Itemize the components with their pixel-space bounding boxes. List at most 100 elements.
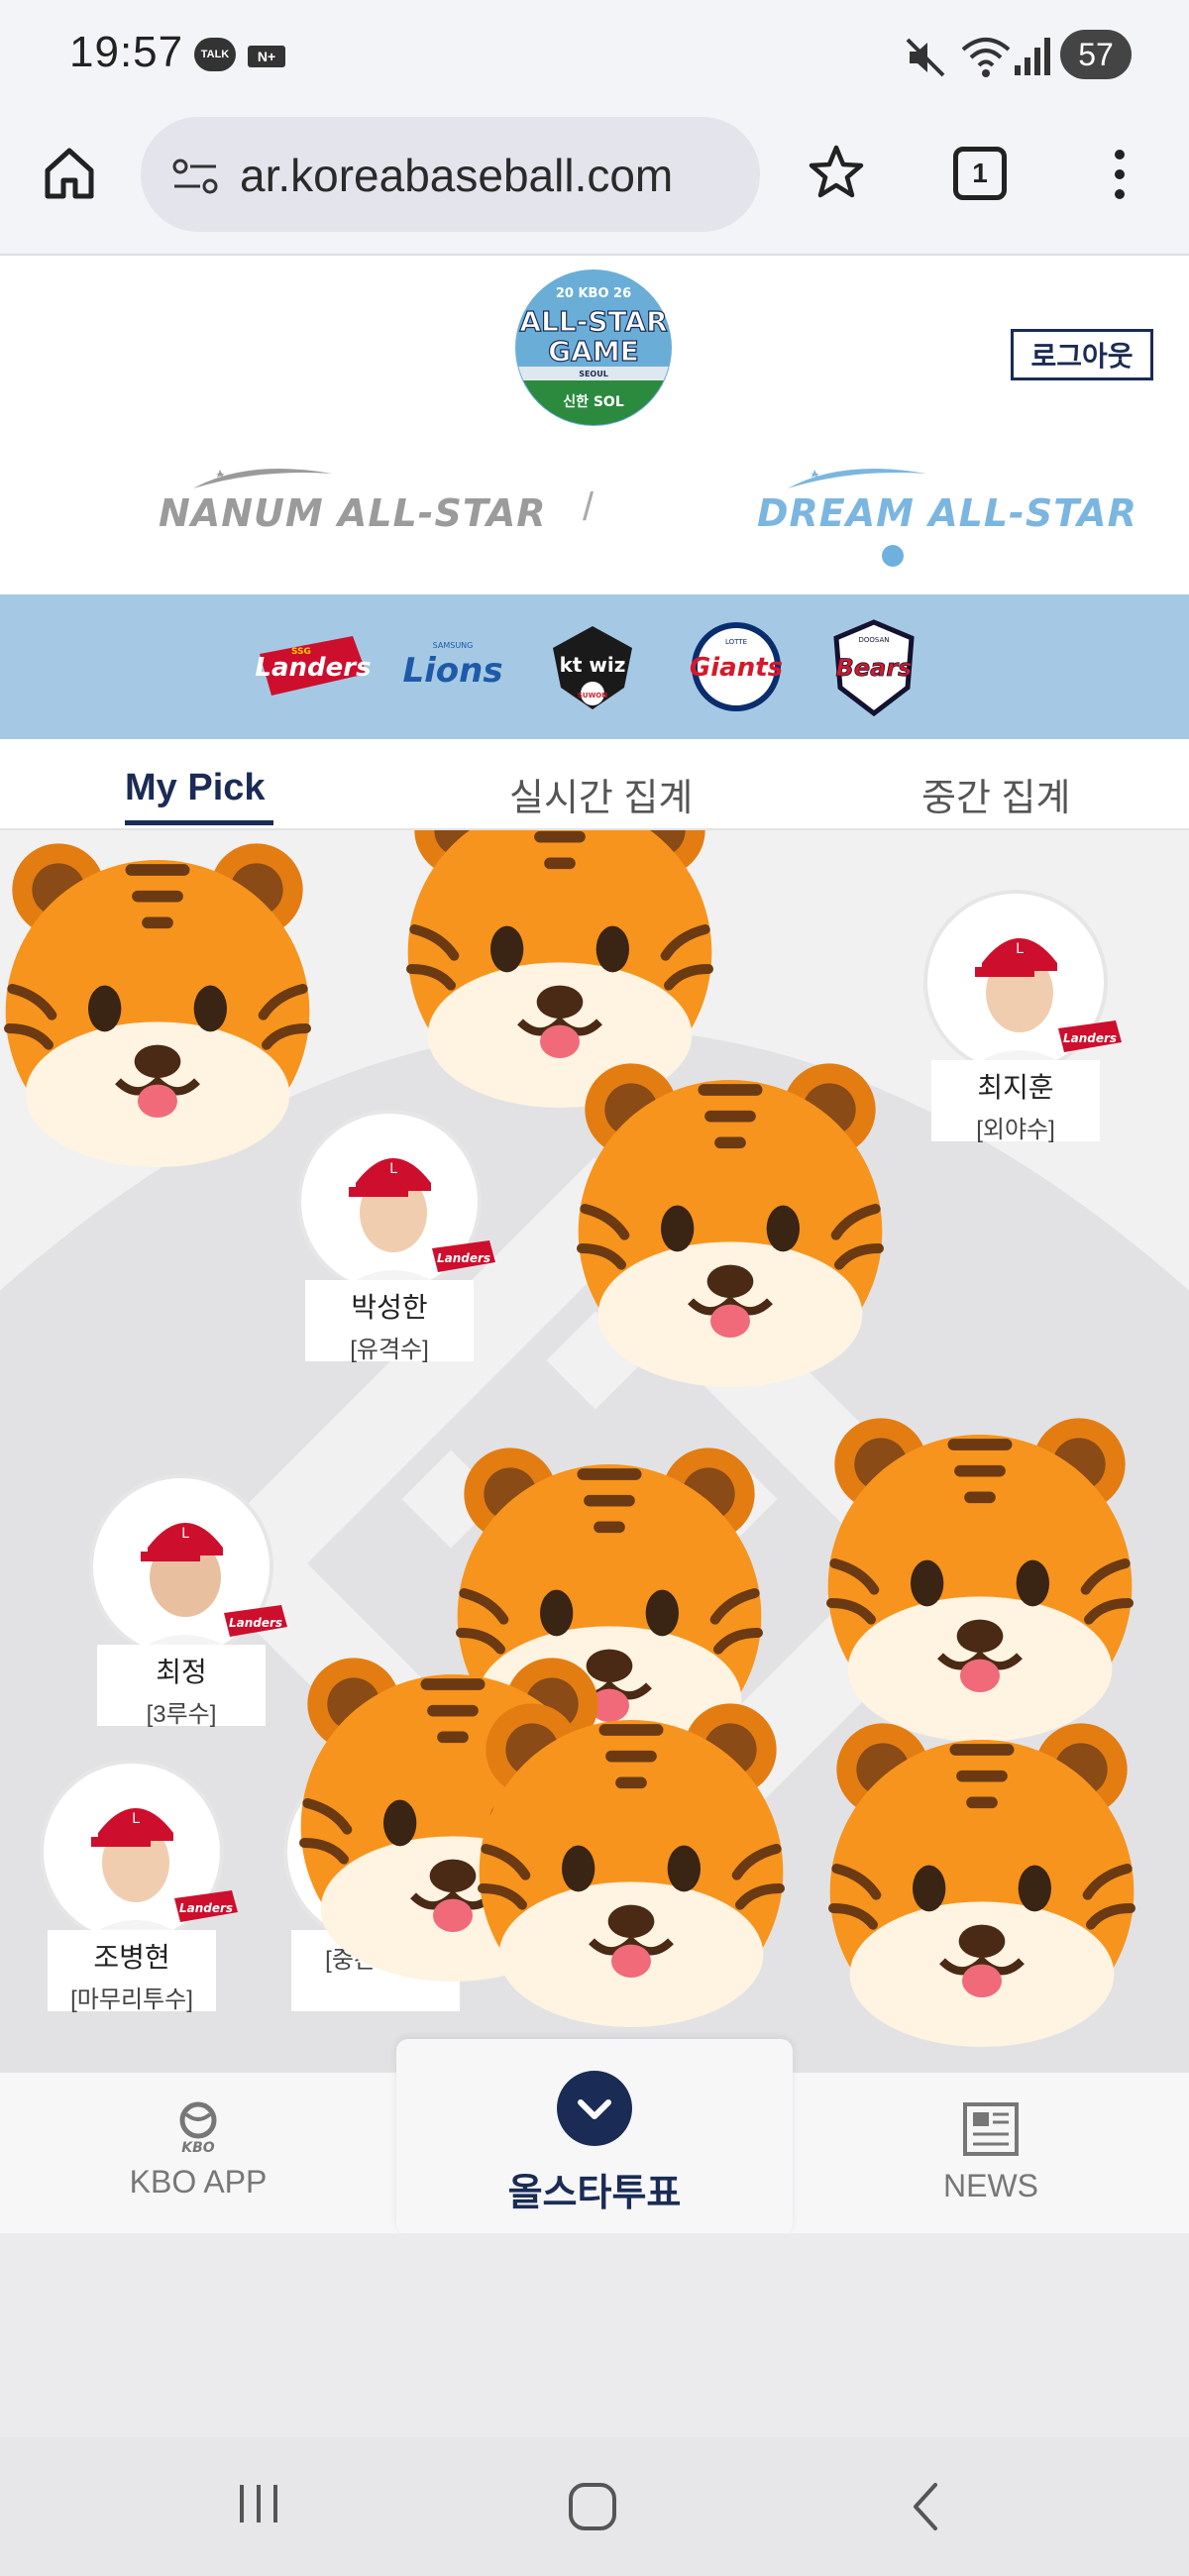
tab-realtime[interactable]: 실시간 집계 (509, 767, 693, 821)
vote-toggle-button[interactable] (557, 2071, 632, 2146)
team-logo-ktwiz[interactable]: kt wiz SUWON (543, 618, 642, 717)
tab-my-pick[interactable]: My Pick (125, 767, 266, 809)
player-label: 최정 [3루수] (97, 1645, 266, 1728)
nav-allstar-vote-label: 올스타투표 (507, 2173, 682, 2214)
player-label: 박성한 [유격수] (305, 1280, 474, 1363)
address-bar[interactable]: ar.koreabaseball.com (141, 117, 760, 232)
swoosh-icon (788, 469, 926, 488)
player-card-choi-jeong[interactable]: L Landers 최정 [3루수] (83, 1474, 287, 1732)
browser-toolbar: ar.koreabaseball.com 1 (0, 109, 1189, 256)
empty-page-area (0, 2233, 1189, 2437)
status-time: 19:57 (69, 28, 184, 76)
naver-notification-icon: N+ (248, 46, 285, 67)
status-bar: 19:57 TALK N+ 57 (0, 0, 1189, 109)
league-separator: / (583, 485, 594, 529)
landers-logo-text: Landers (255, 653, 371, 683)
team-logo-giants[interactable]: LOTTE Giants (684, 622, 789, 711)
tab-interim[interactable]: 중간 집계 (921, 767, 1070, 821)
news-icon (963, 2102, 1019, 2156)
giants-logo-icon: LOTTE Giants (690, 622, 783, 711)
bottom-navigation: KBO KBO APP 올스타투표 NEWS (0, 2039, 1189, 2235)
tiger-emoji-icon (466, 1690, 797, 2037)
landers-logo-icon: Landers SSG (255, 636, 372, 696)
lions-logo-icon: SAMSUNG Lions (402, 641, 502, 691)
result-tabs: My Pick 실시간 집계 중간 집계 (0, 739, 1189, 830)
dream-allstar-label: DREAM ALL-STAR (757, 491, 1137, 535)
chevron-down-icon (578, 2099, 611, 2119)
team-filter-bar: Landers SSG SAMSUNG Lions kt wiz SUWON L… (0, 594, 1189, 739)
player-position: [마무리투수] (70, 1986, 193, 2013)
ktwiz-logo-text: kt wiz (560, 653, 626, 677)
svg-text:Landers: Landers (229, 1616, 282, 1630)
kakaotalk-notification-icon: TALK (194, 38, 236, 71)
team-badge-icon: Landers (222, 1603, 289, 1639)
logo-seoul: SEOUL (579, 370, 608, 378)
giants-logo-sub: LOTTE (725, 638, 747, 646)
player-label: 최지훈 [외야수] (931, 1060, 1100, 1143)
ktwiz-logo-icon: kt wiz SUWON (553, 626, 632, 709)
logout-button[interactable]: 로그아웃 (1011, 329, 1153, 380)
svg-text:Landers: Landers (437, 1251, 490, 1265)
kbo-icon-text: KBO (181, 2140, 215, 2156)
lions-logo-sub: SAMSUNG (433, 641, 474, 650)
allstar-game-logo[interactable]: 20 KBO 26 ALL-STAR GAME SEOUL 신한 SOL (513, 268, 674, 428)
tab-switcher-icon[interactable]: 1 (953, 147, 1007, 200)
back-icon[interactable] (906, 2479, 945, 2534)
nanum-allstar-tab[interactable]: NANUM ALL-STAR (139, 464, 546, 543)
system-navigation-bar (0, 2437, 1189, 2576)
player-position: [유격수] (350, 1337, 429, 1363)
player-position: [외야수] (976, 1117, 1055, 1143)
svg-text:L: L (181, 1526, 189, 1542)
player-name: 최정 (156, 1657, 207, 1687)
nav-news[interactable]: NEWS (892, 2100, 1090, 2204)
logo-allstar: ALL-STAR (519, 305, 667, 338)
logo-sponsor: 신한 SOL (563, 394, 624, 410)
team-badge-icon: Landers (1056, 1019, 1124, 1054)
nanum-allstar-label: NANUM ALL-STAR (159, 491, 547, 535)
player-name: 박성한 (351, 1292, 428, 1323)
team-badge-icon: Landers (172, 1888, 240, 1924)
star-icon[interactable] (807, 143, 866, 202)
bears-logo-icon: DOOSAN Bears (833, 619, 915, 717)
ktwiz-logo-sub: SUWON (578, 692, 607, 699)
svg-text:L: L (132, 1811, 140, 1827)
player-label: 조병현 [마무리투수] (48, 1930, 216, 2013)
home-button-icon[interactable] (565, 2479, 620, 2534)
nav-news-label: NEWS (943, 2168, 1038, 2203)
bears-logo-sub: DOOSAN (858, 636, 889, 644)
svg-text:Landers: Landers (179, 1901, 233, 1915)
tiger-emoji-icon (565, 1050, 896, 1397)
tiger-emoji-icon (816, 1710, 1147, 2057)
battery-indicator: 57 (1060, 30, 1132, 79)
dream-allstar-tab[interactable]: DREAM ALL-STAR (733, 464, 1136, 567)
url-text: ar.koreabaseball.com (240, 150, 674, 201)
team-logo-bears[interactable]: DOOSAN Bears (828, 618, 919, 717)
site-settings-icon[interactable] (170, 157, 220, 196)
nav-kbo-app[interactable]: KBO KBO APP (99, 2100, 297, 2200)
swoosh-icon (193, 469, 332, 488)
more-vert-icon[interactable] (1102, 145, 1137, 204)
lions-logo-text: Lions (402, 651, 502, 691)
lineup-field: L Landers 최지훈 [외야수] L Landers 박성한 [유격수] (0, 830, 1189, 2071)
svg-text:L: L (389, 1161, 397, 1177)
tiger-emoji-icon (0, 830, 323, 1177)
player-name: 최지훈 (977, 1072, 1054, 1103)
logo-game: GAME (548, 335, 639, 368)
player-position: [3루수] (146, 1701, 217, 1728)
svg-text:Landers: Landers (1063, 1031, 1117, 1045)
landers-logo-sub: SSG (291, 647, 311, 657)
svg-text:L: L (1016, 941, 1024, 957)
nav-kbo-app-label: KBO APP (129, 2164, 268, 2200)
wifi-icon (961, 38, 1011, 77)
logo-year: 20 KBO 26 (556, 286, 631, 301)
team-logo-lions[interactable]: SAMSUNG Lions (398, 630, 507, 705)
player-card-jo-byeonghyun[interactable]: L Landers 조병현 [마무리투수] (34, 1760, 238, 2017)
home-icon[interactable] (40, 143, 99, 202)
team-logo-landers[interactable]: Landers SSG (254, 630, 373, 705)
recent-apps-icon[interactable] (234, 2479, 283, 2528)
player-card-choi-jihoon[interactable]: L Landers 최지훈 [외야수] (918, 890, 1122, 1147)
signal-icon (1015, 38, 1050, 75)
active-league-dot (882, 545, 904, 567)
nav-allstar-vote[interactable]: 올스타투표 (396, 2039, 793, 2235)
player-name: 조병현 (93, 1942, 170, 1973)
